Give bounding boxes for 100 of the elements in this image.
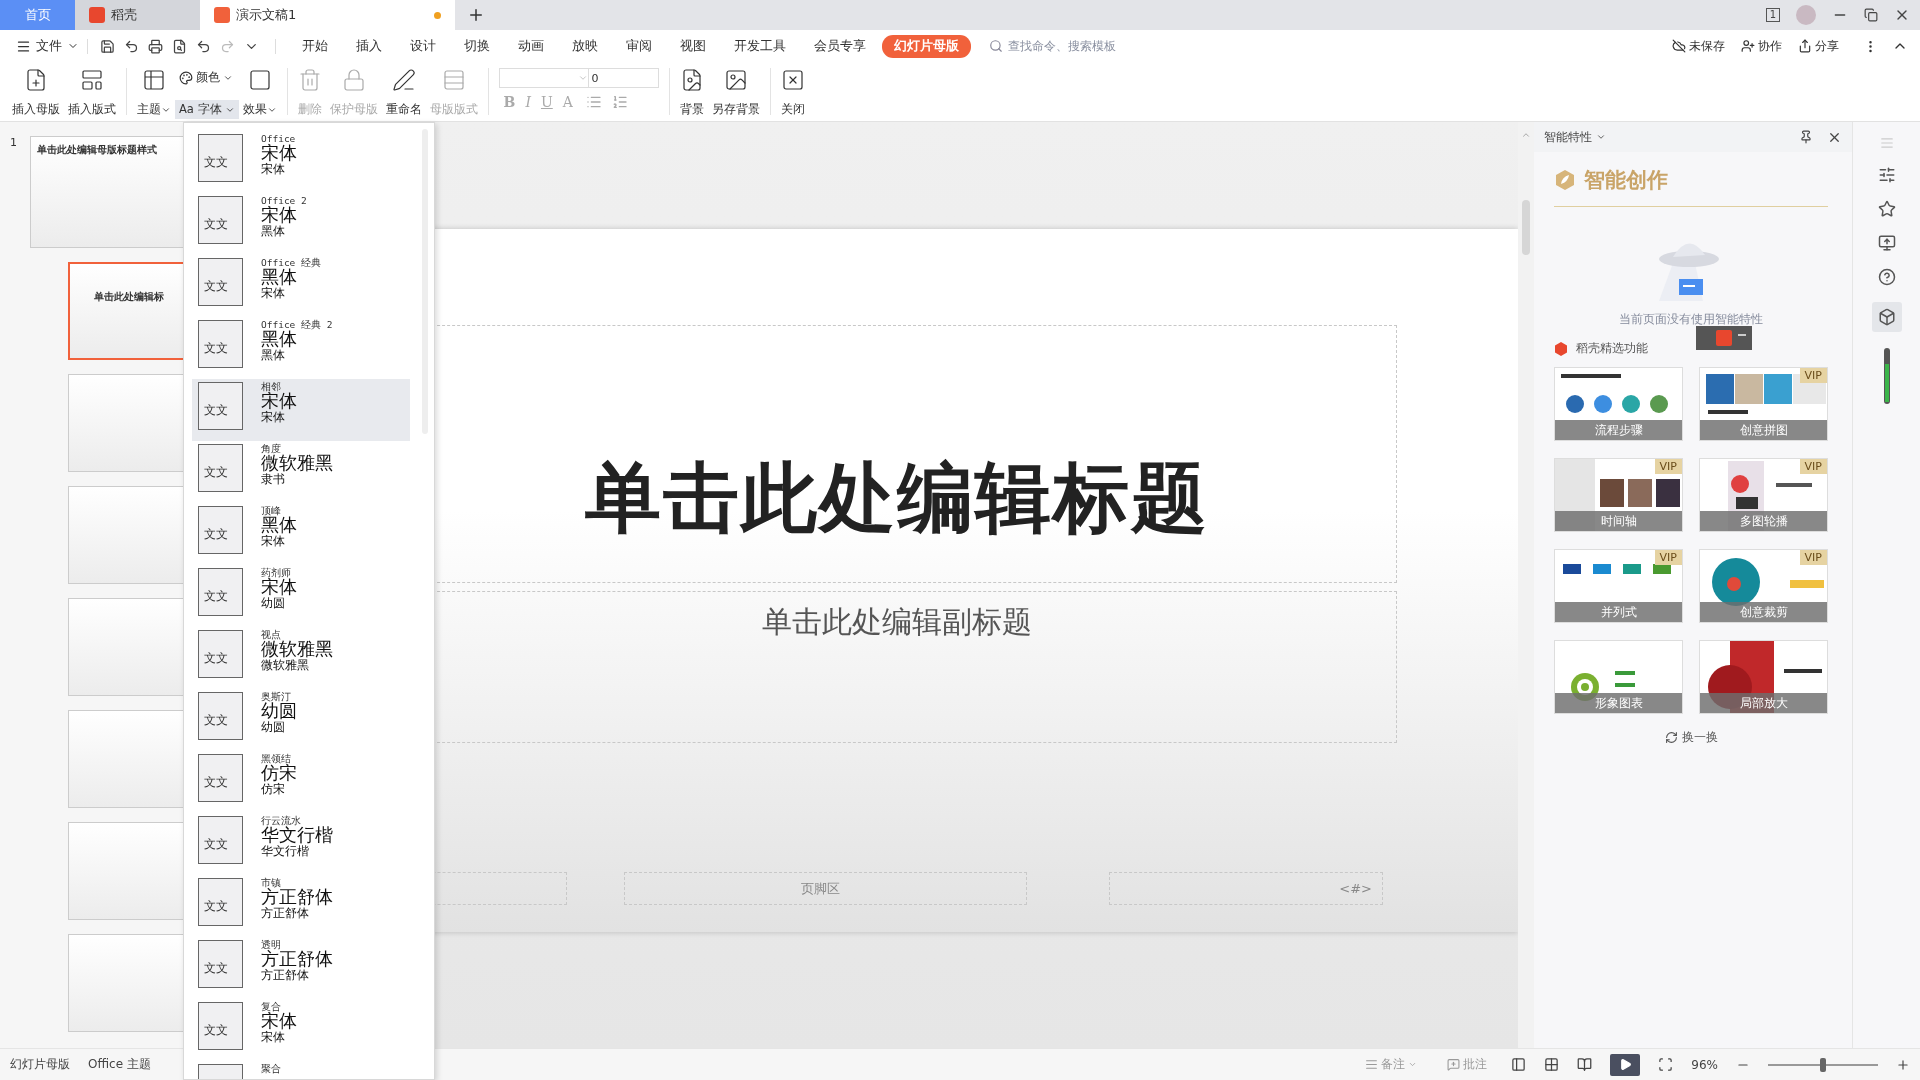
cube-icon [1877,308,1896,326]
slide-thumbnail[interactable]: 单击此处编辑母版标题样式 [30,136,185,248]
window-tab[interactable]: 演示文稿1 [200,0,455,30]
menu-tab[interactable]: 审阅 [614,34,664,58]
settings-icon[interactable] [1877,166,1896,184]
save-icon[interactable] [100,38,115,54]
print-icon[interactable] [148,38,163,54]
ribbon-button[interactable]: 另存背景 [707,66,764,121]
vip-badge: VIP [1799,459,1827,474]
font-theme-item[interactable]: 文文 Office 经典 黑体 宋体 [192,255,410,317]
pin-icon[interactable] [1799,130,1813,144]
panel-title[interactable]: 智能特性 [1544,128,1592,146]
status-text: Office 主题 [88,1056,151,1073]
menu-tab[interactable]: 会员专享 [802,34,878,58]
app-icon [214,7,230,23]
feature-card[interactable]: 流程步骤 [1554,367,1683,441]
heading-font: 方正舒体 [261,887,333,907]
font-sample: 文文 [198,320,243,368]
leaf-icon [1554,169,1576,191]
heading-font: 幼圆 [261,701,297,721]
menu-tab[interactable]: 动画 [506,34,556,58]
font-theme-item[interactable]: 文文 透明 方正舒体 方正舒体 [192,937,410,999]
window-tab[interactable]: 稻壳 [75,0,200,30]
thumbnail-title: 单击此处编辑标 [94,290,164,304]
font-theme-item[interactable]: 文文 复合 宋体 宋体 [192,999,410,1061]
font-theme-item[interactable]: 文文 Office 宋体 宋体 [192,131,410,193]
help-icon[interactable] [1877,268,1896,286]
card-label: 并列式 [1555,602,1682,622]
font-sample: 文文 [198,754,243,802]
toolbar-action[interactable]: 协作 [1735,36,1788,56]
input-method-toolbar-icon [1696,326,1752,350]
menu-tab[interactable]: 视图 [668,34,718,58]
toolbar-action[interactable]: 分享 [1792,36,1845,56]
play-button[interactable] [1610,1053,1641,1076]
ribbon-dropdown[interactable]: Aa 字体 [175,100,239,119]
menu-tab[interactable]: 开始 [290,34,340,58]
feature-card[interactable]: 并列式 VIP [1554,549,1683,623]
ribbon-button[interactable]: 关闭 [776,66,809,121]
fit-icon[interactable] [1658,1057,1674,1072]
user-plus-icon [1741,39,1755,53]
slider-thumb[interactable] [1820,1057,1826,1072]
font-theme-item[interactable]: 文文 相邻 宋体 宋体 [192,379,410,441]
comment-icon [1447,1058,1461,1071]
menu-tab[interactable]: 设计 [398,34,448,58]
share-icon [1798,39,1812,53]
theme-name: 奥斯汀 [261,692,291,702]
feature-card[interactable]: 局部放大 [1699,640,1828,714]
menu-tab[interactable]: 插入 [344,34,394,58]
cloud-icon [1672,39,1686,53]
font-name-field[interactable] [498,68,589,88]
heading-font: 宋体 [261,205,298,225]
restore-icon[interactable] [1864,8,1878,22]
font-theme-item[interactable]: 文文 黑领结 仿宋 仿宋 [192,751,410,813]
card-label: 创意拼图 [1700,420,1827,440]
grid-view-icon[interactable] [1544,1057,1560,1072]
undo-icon[interactable] [196,38,211,54]
feature-card[interactable]: 创意拼图 VIP [1699,367,1828,441]
ribbon-button[interactable]: 重命名 [381,66,426,121]
preview-icon[interactable] [172,38,187,54]
scrollbar-thumb[interactable] [1522,200,1530,255]
feature-card[interactable]: 形象图表 [1554,640,1683,714]
ribbon-button[interactable]: 插入版式 [64,66,120,121]
smart-feature-button[interactable] [1871,302,1902,332]
feature-card[interactable]: 创意裁剪 VIP [1699,549,1828,623]
slide-subtitle: 单击此处编辑副标题 [762,602,1032,641]
ribbon-dropdown[interactable]: 颜色 [175,68,239,87]
heading-font: 黑体 [261,267,298,287]
feature-card[interactable]: 时间轴 VIP [1554,458,1683,532]
theme-name: 角度 [261,444,281,454]
ribbon-button[interactable]: 背景 [675,66,708,121]
card-label: 创意裁剪 [1700,602,1827,622]
refresh-button[interactable]: 换一换 [1658,728,1724,747]
font-theme-item[interactable]: 文文 市镇 方正舒体 方正舒体 [192,875,410,937]
body-font: 仿宋 [261,782,286,796]
font-size-field[interactable]: 0 [588,68,659,88]
theme-name: 黑领结 [261,754,292,764]
menu-tab[interactable]: 切换 [452,34,502,58]
menu-tab[interactable]: 开发工具 [722,34,798,58]
reading-view-icon[interactable] [1577,1057,1593,1072]
screen-icon[interactable] [1877,234,1896,252]
window-count-icon[interactable]: 1 [1765,8,1780,22]
body-font: 幼圆 [261,596,285,610]
font-theme-item[interactable]: 聚合 [192,1061,410,1079]
toolbar-action[interactable]: 未保存 [1666,36,1731,56]
tool-icon [780,68,805,92]
normal-view-icon[interactable] [1511,1057,1527,1072]
zoom-level[interactable]: 96% [1691,1057,1718,1072]
file-menu[interactable]: 文件 [12,37,83,55]
zoom-in-icon[interactable] [1896,1057,1910,1072]
menu-tab[interactable]: 放映 [560,34,610,58]
ribbon-button[interactable]: 效果 [238,66,281,121]
new-tab-button[interactable] [467,6,485,24]
ribbon-button[interactable]: 主题 [133,66,175,121]
font-theme-item[interactable]: 文文 行云流水 华文行楷 华文行楷 [192,813,410,875]
font-sample: 文文 [198,1002,243,1050]
font-sample: 文文 [198,816,243,864]
feature-card[interactable]: 多图轮播 VIP [1699,458,1828,532]
star-icon[interactable] [1877,200,1896,218]
font-theme-item[interactable]: 文文 Office 2 宋体 黑体 [192,193,410,255]
ribbon-button[interactable]: 插入母版 [8,66,64,121]
